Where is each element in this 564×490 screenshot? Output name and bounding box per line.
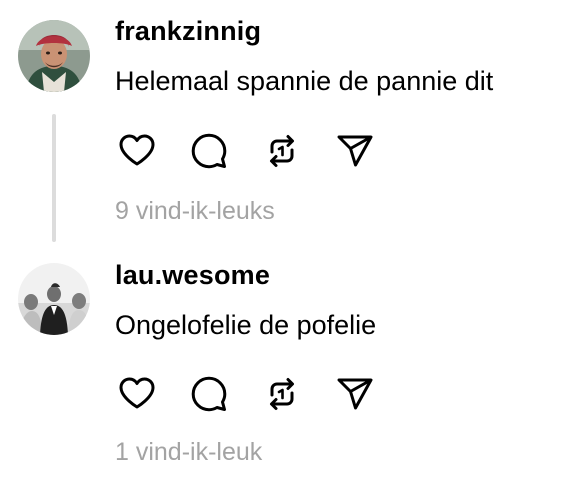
repost-icon bbox=[270, 135, 294, 167]
likes-count[interactable]: 9 vind-ik-leuks bbox=[115, 197, 275, 226]
send-icon bbox=[337, 378, 373, 410]
comment-thread: frankzinnig Helemaal spannie de pannie d… bbox=[0, 0, 564, 490]
like-button[interactable] bbox=[115, 131, 159, 171]
repost-button[interactable] bbox=[260, 374, 304, 414]
comment-text: Ongelofelie de pofelie bbox=[115, 310, 377, 340]
like-button[interactable] bbox=[115, 374, 159, 414]
thread-connector-line bbox=[52, 114, 56, 242]
share-button[interactable] bbox=[333, 374, 377, 414]
action-bar bbox=[115, 374, 385, 414]
avatar[interactable] bbox=[18, 20, 90, 92]
action-bar bbox=[115, 131, 385, 171]
share-button[interactable] bbox=[333, 131, 377, 171]
reply-button[interactable] bbox=[187, 131, 231, 171]
profile-photo-icon bbox=[18, 263, 90, 335]
heart-icon bbox=[119, 377, 155, 409]
repost-button[interactable] bbox=[260, 131, 304, 171]
heart-icon bbox=[119, 134, 155, 166]
comment-text: Helemaal spannie de pannie dit bbox=[115, 66, 494, 96]
likes-count[interactable]: 1 vind-ik-leuk bbox=[115, 438, 262, 467]
comment-item: lau.wesome Ongelofelie de pofelie 1 vind… bbox=[0, 248, 564, 490]
avatar[interactable] bbox=[18, 263, 90, 335]
repost-icon bbox=[270, 378, 294, 410]
reply-button[interactable] bbox=[187, 374, 231, 414]
send-icon bbox=[337, 135, 373, 167]
comment-item: frankzinnig Helemaal spannie de pannie d… bbox=[0, 0, 564, 248]
comment-icon bbox=[191, 376, 227, 412]
username[interactable]: lau.wesome bbox=[115, 260, 270, 291]
profile-photo-icon bbox=[18, 20, 90, 92]
comment-icon bbox=[191, 133, 227, 169]
username[interactable]: frankzinnig bbox=[115, 16, 261, 47]
